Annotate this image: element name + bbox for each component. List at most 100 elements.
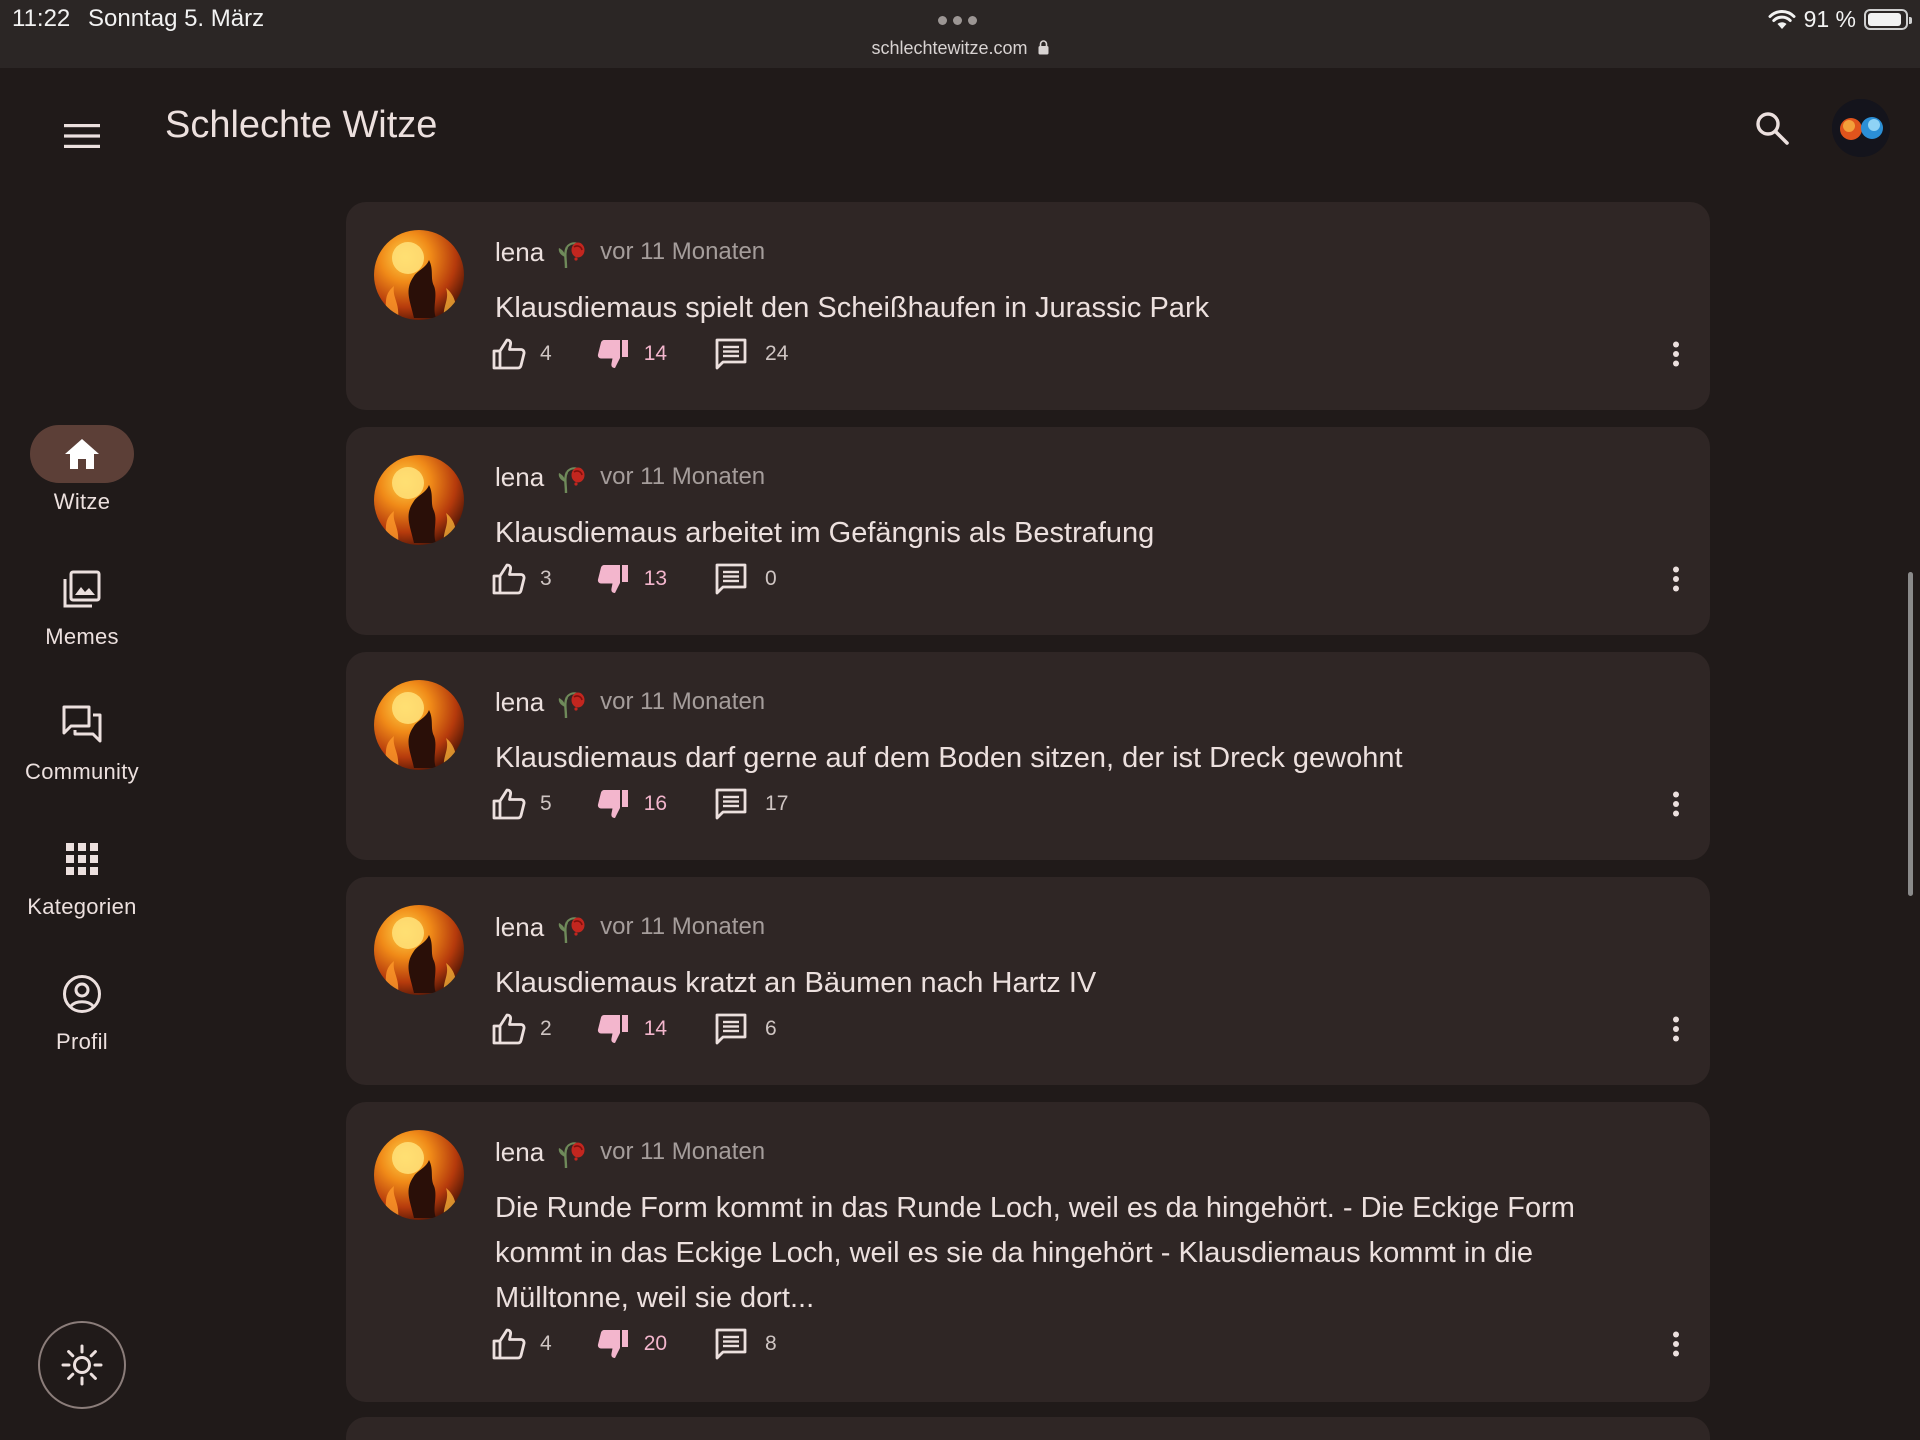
author-name[interactable]: lena bbox=[495, 462, 544, 493]
like-button[interactable]: 2 bbox=[492, 1013, 552, 1045]
thumb-down-icon bbox=[597, 1015, 628, 1043]
joke-card[interactable]: lena vor 11 Monaten Klausdiemaus darf ge… bbox=[346, 652, 1710, 860]
comments-button[interactable]: 0 bbox=[715, 563, 777, 595]
status-date: Sonntag 5. März bbox=[88, 5, 265, 32]
thumb-up-icon bbox=[492, 338, 526, 370]
nav-item-memes[interactable]: Memes bbox=[0, 555, 164, 665]
card-header: lena vor 11 Monaten bbox=[495, 1132, 765, 1172]
thumb-down-icon bbox=[597, 565, 628, 593]
nav-item-indicator bbox=[30, 965, 134, 1023]
thumb-down-icon bbox=[597, 340, 628, 368]
lock-icon bbox=[1038, 40, 1049, 55]
more-options-button[interactable] bbox=[1666, 1324, 1686, 1364]
author-name[interactable]: lena bbox=[495, 687, 544, 718]
comment-count: 6 bbox=[765, 1017, 777, 1040]
multitasking-dots-icon[interactable] bbox=[938, 16, 977, 25]
more-options-button[interactable] bbox=[1666, 784, 1686, 824]
nav-item-indicator bbox=[30, 425, 134, 483]
joke-card[interactable]: lena vor 11 Monaten Klausdiemaus kratzt … bbox=[346, 877, 1710, 1085]
comment-icon bbox=[715, 1013, 747, 1045]
author-name[interactable]: lena bbox=[495, 1137, 544, 1168]
comments-button[interactable]: 24 bbox=[715, 338, 788, 370]
more-vert-icon bbox=[1673, 566, 1679, 592]
card-actions: 3 13 0 bbox=[492, 559, 777, 599]
nav-item-witze[interactable]: Witze bbox=[0, 420, 164, 530]
joke-text: Klausdiemaus darf gerne auf dem Boden si… bbox=[495, 742, 1403, 774]
user-avatar[interactable] bbox=[1832, 99, 1890, 157]
wilted-rose-icon bbox=[558, 467, 585, 494]
theme-toggle-button[interactable] bbox=[38, 1321, 126, 1409]
author-name[interactable]: lena bbox=[495, 912, 544, 943]
joke-card[interactable]: lena vor 11 Monaten Klausdiemaus spielt … bbox=[346, 202, 1710, 410]
next-post-card[interactable] bbox=[346, 1417, 1710, 1440]
dislike-button[interactable]: 13 bbox=[596, 563, 667, 595]
more-vert-icon bbox=[1673, 341, 1679, 367]
scrollbar[interactable] bbox=[1908, 572, 1913, 896]
card-actions: 4 20 8 bbox=[492, 1324, 777, 1364]
app-title: Schlechte Witze bbox=[165, 104, 438, 146]
post-time: vor 11 Monaten bbox=[600, 688, 766, 715]
comment-count: 17 bbox=[765, 792, 789, 815]
dislike-count: 14 bbox=[643, 1017, 668, 1040]
avatar-image bbox=[374, 1130, 464, 1220]
nav-item-profil[interactable]: Profil bbox=[0, 960, 164, 1070]
avatar-image bbox=[1832, 99, 1890, 157]
status-time: 11:22 bbox=[12, 5, 71, 32]
wilted-rose-icon bbox=[558, 692, 585, 719]
more-vert-icon bbox=[1673, 791, 1679, 817]
author-avatar[interactable] bbox=[374, 905, 464, 995]
thumb-down-icon bbox=[597, 1330, 628, 1358]
menu-button[interactable] bbox=[58, 112, 106, 160]
like-count: 3 bbox=[540, 567, 552, 590]
nav-item-community[interactable]: Community bbox=[0, 690, 164, 800]
author-avatar[interactable] bbox=[374, 680, 464, 770]
more-options-button[interactable] bbox=[1666, 1009, 1686, 1049]
thumb-up-icon bbox=[492, 1328, 526, 1360]
more-options-button[interactable] bbox=[1666, 559, 1686, 599]
nav-label: Profil bbox=[56, 1029, 108, 1054]
like-button[interactable]: 5 bbox=[492, 788, 552, 820]
nav-label: Witze bbox=[53, 489, 111, 514]
card-header: lena vor 11 Monaten bbox=[495, 457, 765, 497]
nav-label: Kategorien bbox=[27, 894, 137, 919]
like-count: 4 bbox=[540, 1332, 552, 1355]
nav-item-indicator bbox=[30, 560, 134, 618]
search-icon bbox=[1756, 112, 1789, 145]
post-time: vor 11 Monaten bbox=[600, 913, 766, 940]
wilted-rose-icon bbox=[558, 917, 585, 944]
more-options-button[interactable] bbox=[1666, 334, 1686, 374]
card-actions: 2 14 6 bbox=[492, 1009, 777, 1049]
url-text: schlechtewitze.com bbox=[871, 38, 1028, 58]
comments-button[interactable]: 8 bbox=[715, 1328, 777, 1360]
nav-label: Community bbox=[25, 759, 139, 784]
post-time: vor 11 Monaten bbox=[600, 1138, 766, 1165]
joke-card[interactable]: lena vor 11 Monaten Klausdiemaus arbeite… bbox=[346, 427, 1710, 635]
author-avatar[interactable] bbox=[374, 1130, 464, 1220]
author-avatar[interactable] bbox=[374, 455, 464, 545]
like-button[interactable]: 3 bbox=[492, 563, 552, 595]
like-count: 4 bbox=[540, 342, 552, 365]
nav-item-kategorien[interactable]: Kategorien bbox=[0, 825, 164, 935]
thumb-up-icon bbox=[492, 563, 526, 595]
dislike-button[interactable]: 14 bbox=[596, 338, 667, 370]
card-actions: 5 16 17 bbox=[492, 784, 788, 824]
address-bar[interactable]: schlechtewitze.com bbox=[0, 38, 1920, 59]
search-button[interactable] bbox=[1748, 104, 1796, 152]
post-time: vor 11 Monaten bbox=[600, 463, 766, 490]
image-library-icon bbox=[63, 570, 101, 608]
dislike-button[interactable]: 16 bbox=[596, 788, 667, 820]
like-button[interactable]: 4 bbox=[492, 1328, 552, 1360]
nav-label: Memes bbox=[45, 624, 119, 649]
thumb-down-icon bbox=[597, 790, 628, 818]
comments-button[interactable]: 6 bbox=[715, 1013, 777, 1045]
app-bar: Schlechte Witze bbox=[0, 68, 1920, 188]
comments-button[interactable]: 17 bbox=[715, 788, 788, 820]
like-button[interactable]: 4 bbox=[492, 338, 552, 370]
author-avatar[interactable] bbox=[374, 230, 464, 320]
post-time: vor 11 Monaten bbox=[600, 238, 766, 265]
joke-text: Klausdiemaus kratzt an Bäumen nach Hartz… bbox=[495, 967, 1097, 999]
author-name[interactable]: lena bbox=[495, 237, 544, 268]
dislike-button[interactable]: 14 bbox=[596, 1013, 667, 1045]
joke-card[interactable]: lena vor 11 Monaten Die Runde Form kommt… bbox=[346, 1102, 1710, 1402]
dislike-button[interactable]: 20 bbox=[596, 1328, 667, 1360]
